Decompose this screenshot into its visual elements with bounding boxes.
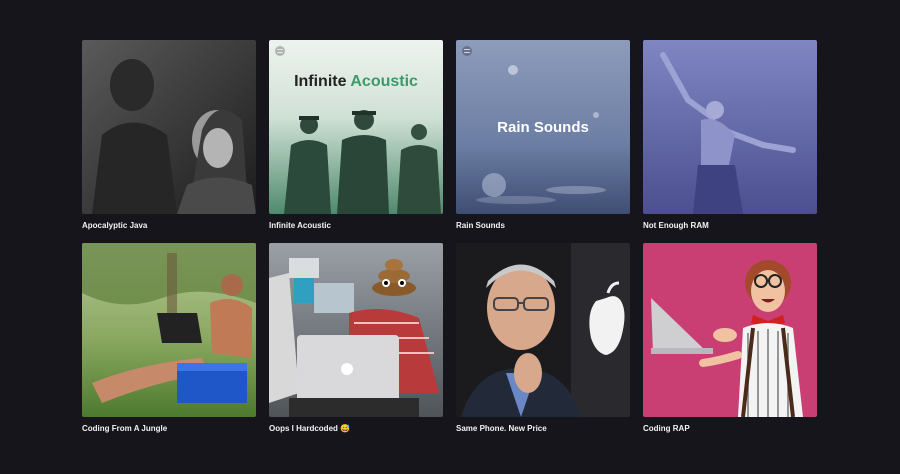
playlist-cover[interactable] — [82, 40, 256, 214]
playlist-card-same-phone-new-price[interactable]: Same Phone. New Price — [456, 243, 630, 446]
playlist-title[interactable]: Not Enough RAM — [643, 221, 817, 231]
playlist-card-coding-from-a-jungle[interactable]: Coding From A Jungle — [82, 243, 256, 446]
playlist-title[interactable]: Coding From A Jungle — [82, 424, 256, 434]
playlist-title[interactable]: Same Phone. New Price — [456, 424, 630, 434]
playlist-card-coding-rap[interactable]: Coding RAP — [643, 243, 817, 446]
cover-art-office-laptop — [269, 243, 443, 417]
playlist-title[interactable]: Coding RAP — [643, 424, 817, 434]
playlist-title[interactable]: Apocalyptic Java — [82, 221, 256, 231]
playlist-cover[interactable] — [269, 243, 443, 417]
playlist-cover[interactable] — [456, 243, 630, 417]
playlist-card-infinite-acoustic[interactable]: Infinite Acoustic Infinite Acoustic — [269, 40, 443, 243]
playlist-cover[interactable]: Infinite Acoustic — [269, 40, 443, 214]
playlist-grid: Apocalyptic Java Infinite Acoustic Infin… — [82, 40, 818, 446]
playlist-card-apocalyptic-java[interactable]: Apocalyptic Java — [82, 40, 256, 243]
cover-art-acoustic-trio — [269, 40, 443, 214]
playlist-cover[interactable] — [643, 243, 817, 417]
playlist-title[interactable]: Rain Sounds — [456, 221, 630, 231]
playlist-cover[interactable]: Rain Sounds — [456, 40, 630, 214]
cover-art-keynote-speaker — [456, 243, 630, 417]
playlist-card-not-enough-ram[interactable]: Not Enough RAM — [643, 40, 817, 243]
cover-title: Rain Sounds — [497, 119, 589, 136]
playlist-card-rain-sounds[interactable]: Rain Sounds Rain Sounds — [456, 40, 630, 243]
cover-art-rain-freedom — [643, 40, 817, 214]
playlist-cover[interactable] — [643, 40, 817, 214]
cover-title: Infinite Acoustic — [294, 73, 418, 90]
playlist-title[interactable]: Oops I Hardcoded 😅 — [269, 424, 443, 434]
spotify-logo-icon — [275, 46, 285, 56]
spotify-logo-icon — [462, 46, 472, 56]
cover-art-nerd-laptop — [643, 243, 817, 417]
cover-art-jungle-laptop — [82, 243, 256, 417]
playlist-title[interactable]: Infinite Acoustic — [269, 221, 443, 231]
playlist-cover[interactable] — [82, 243, 256, 417]
cover-art-grayscale-duo — [82, 40, 256, 214]
playlist-card-oops-i-hardcoded[interactable]: Oops I Hardcoded 😅 — [269, 243, 443, 446]
